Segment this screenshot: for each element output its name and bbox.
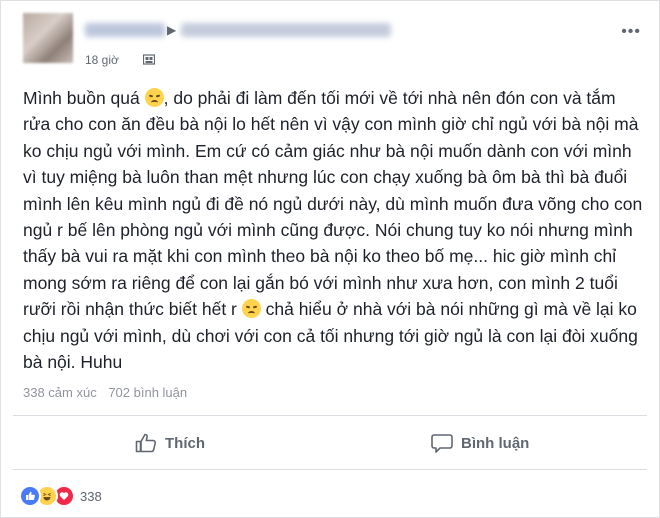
disappointed-face-icon [144,88,164,107]
disappointed-face-icon [241,299,261,319]
like-icon [19,485,41,507]
reactions-bar[interactable]: 338 [19,485,102,507]
privacy-group-icon[interactable] [143,54,155,65]
reactions-count-link[interactable]: 338 cảm xúc [23,385,97,400]
post-text-part-1: Mình buồn quá [23,88,145,108]
like-button[interactable]: Thích [135,427,205,459]
post-stats: 338 cảm xúc 702 bình luận [23,385,195,400]
comments-count-link[interactable]: 702 bình luận [108,385,187,400]
comment-button[interactable]: Bình luận [431,427,529,459]
reactions-total[interactable]: 338 [80,489,102,504]
divider [13,415,647,416]
comment-label: Bình luận [461,434,530,452]
post-text: Mình buồn quá , do phải đi làm đến tối m… [23,85,647,375]
more-options-icon[interactable]: ••• [621,23,641,41]
post-content: Mình buồn quá , do phải đi làm đến tối m… [23,85,647,375]
like-label: Thích [165,434,205,452]
post-text-part-2: , do phải đi làm đến tối mới về tới nhà … [23,88,643,320]
author-name-blurred[interactable] [85,23,165,37]
group-name-blurred[interactable] [181,23,391,37]
comment-bubble-icon [431,434,453,453]
share-to-arrow-icon: ▶ [167,23,177,37]
post-timestamp[interactable]: 18 giờ [85,53,119,67]
divider [13,469,647,470]
author-avatar[interactable] [23,13,73,63]
thumbs-up-icon [135,433,157,453]
facebook-post: ▶ 18 giờ ••• Mình buồn quá , do phải đi … [0,0,660,518]
